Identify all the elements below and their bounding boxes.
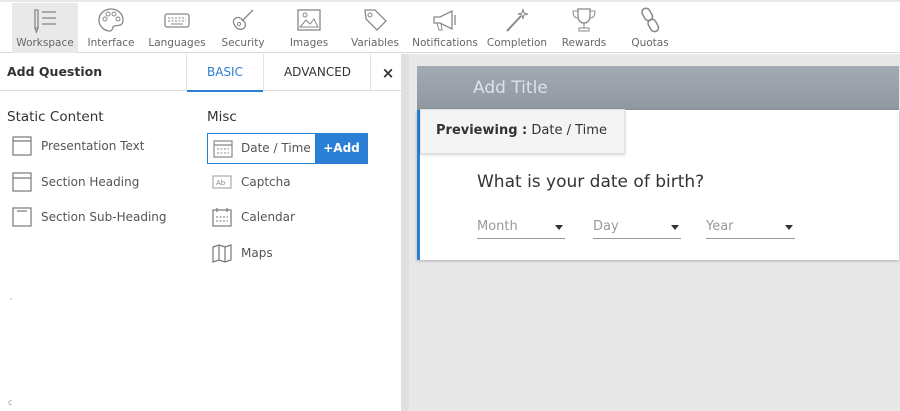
previewing-badge: Previewing : Date / Time (420, 109, 625, 154)
date-time-icon (213, 140, 233, 158)
item-label: Section Heading (41, 175, 140, 189)
calendar-icon (212, 208, 232, 227)
item-label: Calendar (241, 210, 295, 224)
tab-advanced[interactable]: ADVANCED (265, 54, 371, 91)
survey-title-bar[interactable]: Add Title (417, 66, 899, 110)
item-label: Presentation Text (41, 139, 145, 153)
captcha-item[interactable]: Ab Captcha (212, 169, 342, 195)
calendar-item[interactable]: Calendar (212, 204, 342, 230)
day-placeholder: Day (593, 219, 619, 234)
tab-basic[interactable]: BASIC (186, 54, 264, 92)
title-placeholder[interactable]: Add Title (473, 78, 548, 98)
trophy-icon (572, 8, 596, 32)
section-heading-item[interactable]: Section Heading (12, 169, 182, 195)
section-heading-icon (12, 172, 32, 192)
section-subheading-item[interactable]: Section Sub-Heading (12, 204, 187, 230)
chevron-down-icon (785, 225, 793, 230)
month-placeholder: Month (477, 219, 518, 234)
panel-header: Add Question BASIC ADVANCED × (0, 54, 401, 92)
chevron-down-icon (555, 225, 563, 230)
previewing-value: Date / Time (531, 123, 607, 138)
item-label: Captcha (241, 175, 291, 189)
main-toolbar: Workspace Interface Languages Security I… (0, 0, 900, 53)
year-select[interactable]: Year (706, 215, 795, 239)
year-placeholder: Year (706, 219, 734, 234)
chain-icon (641, 7, 660, 33)
day-select[interactable]: Day (593, 215, 681, 239)
maps-item[interactable]: Maps (212, 240, 342, 266)
question-card: Previewing : Date / Time What is your da… (417, 109, 899, 260)
toolbar-notifications[interactable]: Notifications (412, 3, 478, 53)
static-content-heading: Static Content (7, 109, 104, 125)
date-time-item[interactable]: Date / Time (207, 133, 316, 164)
captcha-icon: Ab (212, 175, 232, 189)
preview-area: Add Title Previewing : Date / Time What … (401, 54, 900, 411)
toolbar-label: Quotas (631, 37, 669, 49)
tag-icon (364, 9, 387, 31)
stray-mark: , (10, 292, 13, 301)
misc-heading: Misc (207, 109, 237, 125)
workspace-icon (34, 9, 56, 34)
close-panel-button[interactable]: × (377, 62, 399, 84)
item-label: Section Sub-Heading (41, 210, 167, 224)
magic-wand-icon (506, 8, 529, 32)
svg-text:Ab: Ab (216, 179, 226, 187)
megaphone-icon (433, 9, 456, 31)
map-icon (212, 244, 232, 263)
image-icon (297, 9, 321, 31)
item-label: Date / Time (241, 141, 311, 155)
section-subheading-icon (12, 207, 32, 227)
chevron-down-icon (671, 225, 679, 230)
panel-title: Add Question (7, 64, 103, 79)
keyboard-icon (164, 13, 190, 28)
question-text: What is your date of birth? (477, 172, 705, 192)
stray-mark: c (8, 398, 13, 407)
presentation-text-icon (12, 136, 32, 156)
add-question-button[interactable]: +Add (315, 133, 368, 164)
previewing-label: Previewing : (436, 123, 528, 138)
toolbar-variables[interactable]: Variables (342, 3, 408, 53)
guitar-icon (232, 9, 254, 31)
palette-icon (98, 8, 124, 32)
add-question-panel: Add Question BASIC ADVANCED × Static Con… (0, 54, 401, 411)
month-select[interactable]: Month (477, 215, 565, 239)
toolbar-quotas[interactable]: Quotas (617, 3, 683, 53)
presentation-text-item[interactable]: Presentation Text (12, 133, 182, 159)
item-label: Maps (241, 246, 273, 260)
